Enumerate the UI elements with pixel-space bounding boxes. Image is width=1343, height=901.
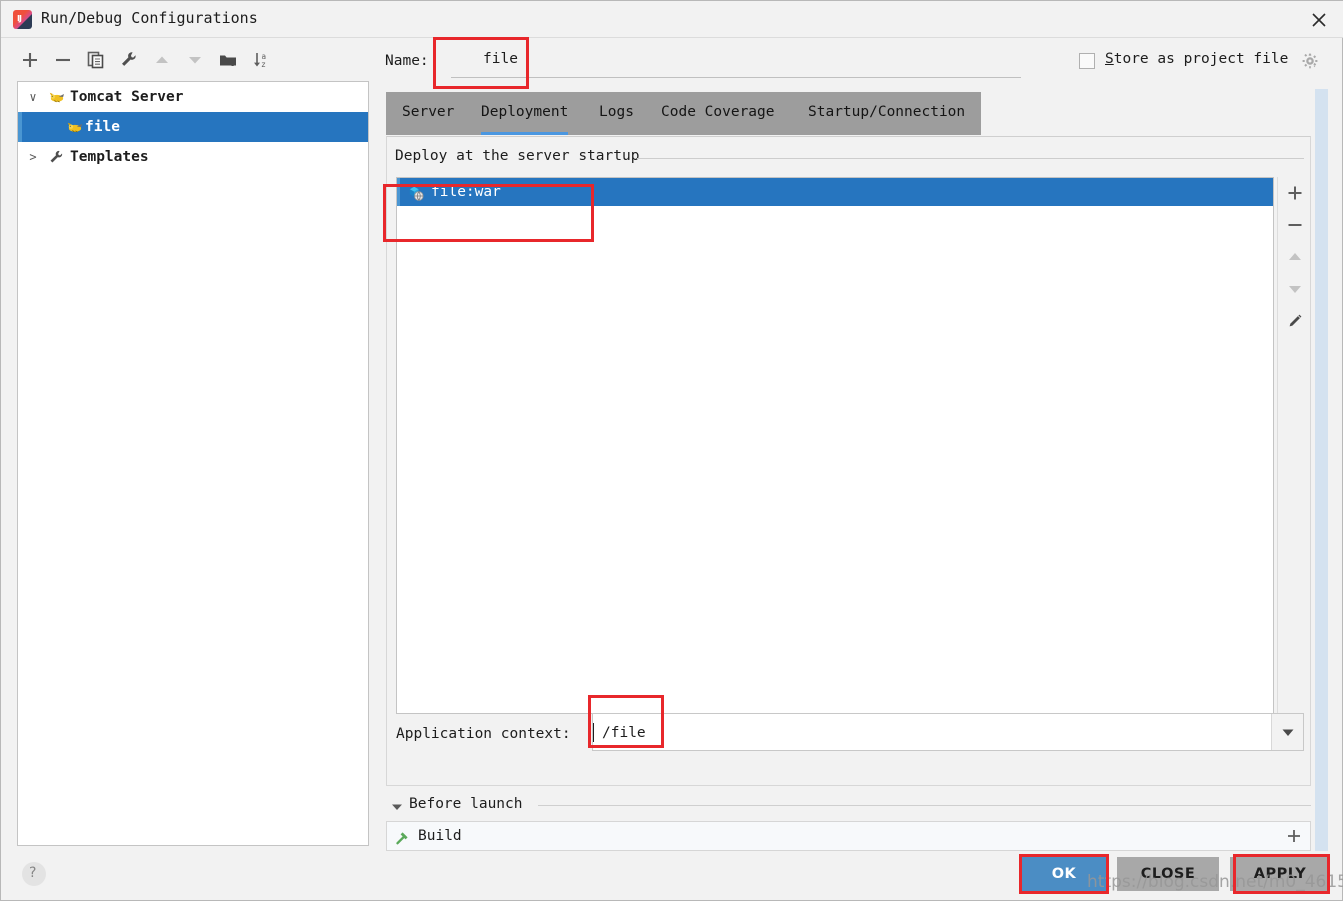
add-before-launch-task-button[interactable] <box>1280 824 1308 848</box>
group-divider <box>637 158 1304 159</box>
tab-code-coverage[interactable]: Code Coverage <box>661 92 775 135</box>
copy-configuration-button[interactable] <box>81 45 111 75</box>
before-launch-task-list[interactable]: Build <box>386 821 1311 851</box>
text-caret <box>593 723 594 742</box>
table-row[interactable]: file:war <box>397 178 1273 206</box>
ok-button[interactable]: OK <box>1022 857 1106 891</box>
chevron-down-icon[interactable] <box>1271 714 1303 750</box>
tomcat-icon <box>48 82 66 112</box>
tab-logs[interactable]: Logs <box>599 92 634 135</box>
artifacts-side-toolbar <box>1277 177 1311 714</box>
move-artifact-up <box>1278 241 1312 273</box>
tree-item-file[interactable]: file <box>18 112 368 142</box>
chevron-down-icon[interactable]: ∨ <box>26 82 40 112</box>
tab-startup-connection[interactable]: Startup/Connection <box>808 92 965 135</box>
application-context-input[interactable]: /file <box>592 713 1304 751</box>
tab-server[interactable]: Server <box>402 92 454 135</box>
apply-button[interactable]: APPLY <box>1230 857 1330 891</box>
store-mnemonic: S <box>1105 51 1114 67</box>
close-icon[interactable] <box>1294 1 1343 38</box>
tree-item-label: Tomcat Server <box>70 89 184 105</box>
remove-configuration-button[interactable] <box>48 45 78 75</box>
application-context-label: Application context: <box>396 726 571 742</box>
folder-add-icon[interactable] <box>213 45 243 75</box>
name-label: Name: <box>385 53 429 69</box>
list-item[interactable]: Build <box>387 822 1310 850</box>
wrench-icon <box>48 142 66 172</box>
svg-text:z: z <box>262 60 266 69</box>
tree-item-tomcat-server[interactable]: ∨ Tomcat Server <box>18 82 368 112</box>
store-as-project-file-checkbox[interactable] <box>1079 53 1095 69</box>
arrow-down-icon <box>180 45 210 75</box>
scrollbar-vertical[interactable] <box>1315 89 1328 851</box>
pencil-icon[interactable] <box>1278 305 1312 337</box>
move-artifact-down <box>1278 273 1312 305</box>
help-icon[interactable]: ? <box>22 862 46 886</box>
help-label: ? <box>29 865 37 881</box>
before-launch-divider <box>538 805 1311 806</box>
close-button[interactable]: CLOSE <box>1117 857 1219 891</box>
configurations-toolbar: a z <box>15 45 371 79</box>
deployment-artifacts-list[interactable]: file:war <box>396 177 1274 714</box>
sort-az-icon[interactable]: a z <box>246 45 276 75</box>
configurations-tree[interactable]: ∨ Tomcat Server file > Templates <box>17 81 369 846</box>
tab-deployment[interactable]: Deployment <box>481 92 569 135</box>
tomcat-icon <box>66 112 84 142</box>
name-input[interactable]: file <box>451 45 1021 78</box>
name-input-underline <box>451 77 1021 78</box>
tree-item-templates[interactable]: > Templates <box>18 142 368 172</box>
application-context-value: /file <box>602 725 646 741</box>
list-item-label: Build <box>418 828 462 844</box>
page-title: Run/Debug Configurations <box>41 9 258 27</box>
configuration-tabs: Server Deployment Logs Code Coverage Sta… <box>386 92 981 135</box>
tree-item-label: file <box>85 119 120 135</box>
add-configuration-button[interactable] <box>15 45 45 75</box>
wrench-icon[interactable] <box>114 45 144 75</box>
run-debug-configurations-dialog: Run/Debug Configurations <box>0 0 1343 901</box>
store-as-project-file-label: Store as project file <box>1105 51 1288 67</box>
chevron-right-icon[interactable]: > <box>26 142 40 172</box>
gear-icon[interactable] <box>1301 52 1319 70</box>
build-hammer-icon <box>395 828 412 845</box>
deployment-tab-panel: Deploy at the server startup file:war Ap… <box>386 136 1311 786</box>
artifact-war-icon <box>408 184 425 201</box>
table-cell-artifact-name: file:war <box>431 184 501 200</box>
add-artifact-button[interactable] <box>1278 177 1312 209</box>
before-launch-label: Before launch <box>409 796 523 812</box>
before-launch-collapse-icon[interactable] <box>391 798 405 812</box>
intellij-idea-icon <box>13 10 32 29</box>
arrow-up-icon <box>147 45 177 75</box>
name-input-value: file <box>483 51 518 67</box>
tree-item-label: Templates <box>70 149 149 165</box>
title-bar: Run/Debug Configurations <box>1 1 1343 38</box>
remove-artifact-button[interactable] <box>1278 209 1312 241</box>
store-label-rest: tore as project file <box>1113 51 1289 67</box>
deploy-group-label: Deploy at the server startup <box>395 148 648 164</box>
